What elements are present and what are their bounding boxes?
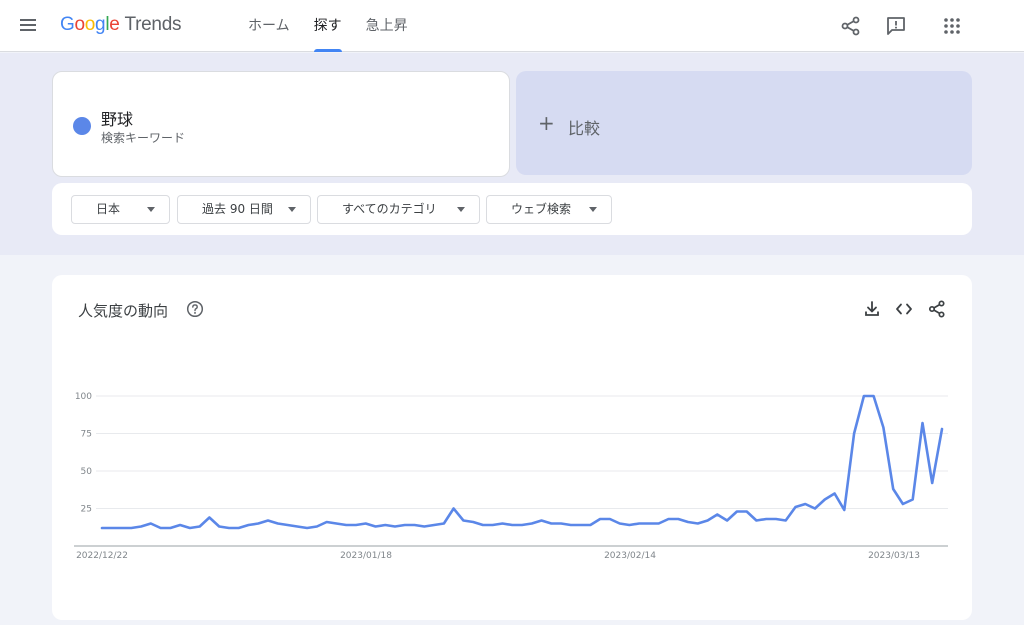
search-term-card[interactable]: 野球 検索キーワード — [52, 71, 510, 177]
search-term-type: 検索キーワード — [101, 131, 186, 145]
interest-over-time-card: 人気度の動向 100 75 50 25 2022/12/22 2023/01/18 2023… — [52, 275, 972, 620]
dropdown-arrow-icon — [457, 207, 465, 212]
interest-line-chart: 100 75 50 25 2022/12/22 2023/01/18 2023/02/14 2… — [74, 392, 948, 561]
top-bar: Google Trends ホーム 探す 急上昇 — [0, 0, 1024, 52]
period-dropdown[interactable]: 過去 90 日間 — [177, 195, 311, 224]
category-dropdown[interactable]: すべてのカテゴリ — [317, 195, 480, 224]
nav-explore[interactable]: 探す — [313, 0, 342, 52]
x-tick-label: 2022/12/22 — [76, 551, 128, 561]
filter-bar: 日本 過去 90 日間 すべてのカテゴリ ウェブ検索 — [52, 183, 972, 235]
main-nav: ホーム 探す 急上昇 — [248, 0, 432, 52]
y-tick-label: 100 — [75, 392, 92, 402]
nav-home[interactable]: ホーム — [248, 0, 290, 52]
search-term[interactable]: 野球 — [101, 106, 133, 130]
y-tick-label: 25 — [81, 505, 92, 515]
y-tick-label: 75 — [81, 430, 92, 440]
dropdown-arrow-icon — [288, 207, 296, 212]
y-tick-label: 50 — [81, 467, 93, 477]
dropdown-arrow-icon — [589, 207, 597, 212]
category-value: すべてのカテゴリ — [342, 202, 437, 216]
period-value: 過去 90 日間 — [202, 202, 273, 216]
compare-label: 比較 — [568, 119, 601, 138]
nav-trending[interactable]: 急上昇 — [366, 0, 408, 52]
plus-icon: + — [538, 111, 555, 135]
feedback-icon[interactable] — [884, 14, 908, 38]
region-dropdown[interactable]: 日本 — [71, 195, 170, 224]
search-type-value: ウェブ検索 — [511, 202, 572, 216]
apps-grid-icon[interactable] — [940, 14, 964, 38]
x-tick-label: 2023/02/14 — [604, 551, 656, 561]
region-value: 日本 — [96, 202, 121, 216]
compare-button[interactable]: + 比較 — [516, 71, 972, 175]
series-color-dot — [73, 117, 91, 135]
google-trends-logo[interactable]: Google Trends — [60, 14, 181, 36]
x-tick-label: 2023/03/13 — [868, 551, 920, 561]
x-tick-label: 2023/01/18 — [340, 551, 392, 561]
dropdown-arrow-icon — [147, 207, 155, 212]
search-type-dropdown[interactable]: ウェブ検索 — [486, 195, 612, 224]
menu-icon[interactable] — [18, 16, 38, 36]
share-icon[interactable] — [839, 14, 863, 38]
